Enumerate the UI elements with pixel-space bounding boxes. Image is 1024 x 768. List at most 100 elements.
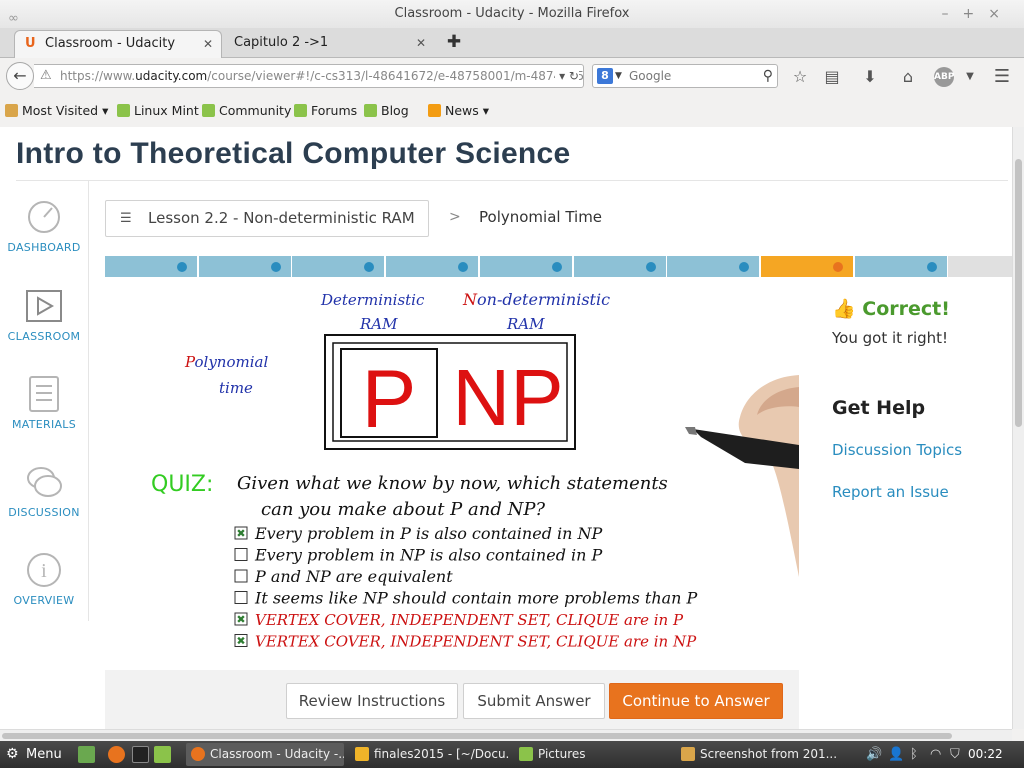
mint-icon bbox=[202, 104, 215, 117]
window-title: Classroom - Udacity - Mozilla Firefox bbox=[394, 6, 630, 21]
quiz-option-text: Every problem in P is also contained in … bbox=[254, 524, 603, 543]
mint-icon bbox=[364, 104, 377, 117]
label-time: time bbox=[219, 379, 253, 397]
back-button[interactable]: ← bbox=[6, 62, 34, 90]
adblock-icon[interactable]: ABP bbox=[934, 67, 954, 87]
taskbar-window-pictures[interactable]: Pictures bbox=[514, 743, 672, 766]
new-tab-button[interactable]: ✚ bbox=[444, 30, 464, 54]
sidebar-item-discussion[interactable]: DISCUSSION bbox=[0, 464, 88, 519]
chevron-down-icon[interactable]: ▼ bbox=[960, 67, 980, 87]
start-menu-button[interactable]: ⚙ Menu bbox=[4, 741, 62, 768]
report-issue-link[interactable]: Report an Issue bbox=[832, 483, 949, 501]
correct-subtitle: You got it right! bbox=[832, 329, 949, 347]
url-path: /course/viewer#!/c-cs313/l-48641672/e-48… bbox=[207, 69, 584, 83]
scrollbar-thumb[interactable] bbox=[2, 733, 952, 739]
terminal-launcher-icon[interactable] bbox=[132, 746, 149, 763]
breadcrumb-lesson: Lesson 2.2 - Non-deterministic RAM bbox=[148, 209, 415, 227]
sidebar-item-label: DASHBOARD bbox=[7, 241, 81, 254]
show-desktop-icon[interactable] bbox=[78, 746, 95, 763]
discussion-topics-link[interactable]: Discussion Topics bbox=[832, 441, 962, 459]
p-letter: P bbox=[362, 354, 417, 445]
progress-segment[interactable] bbox=[948, 256, 1012, 277]
quiz-checkbox[interactable] bbox=[234, 569, 248, 583]
home-icon[interactable]: ⌂ bbox=[898, 67, 918, 87]
shield-icon[interactable]: ⛉ bbox=[950, 741, 960, 768]
sidebar-item-overview[interactable]: i OVERVIEW bbox=[0, 552, 88, 607]
horizontal-scrollbar[interactable] bbox=[0, 729, 1012, 741]
bookmark-star-icon[interactable]: ☆ bbox=[790, 67, 810, 87]
review-instructions-button[interactable]: Review Instructions bbox=[286, 683, 458, 719]
label-nondeterministic: Non-deterministic bbox=[462, 290, 610, 309]
label-polynomial: Polynomial bbox=[184, 353, 268, 371]
progress-dot bbox=[177, 262, 187, 272]
page-title: Intro to Theoretical Computer Science bbox=[16, 137, 571, 170]
navigation-toolbar: ← ⚠ https://www.udacity.com/course/viewe… bbox=[0, 59, 1024, 93]
mint-icon bbox=[117, 104, 130, 117]
bookmark-most-visited[interactable]: Most Visited ▾ bbox=[5, 103, 108, 118]
bookmarks-toolbar: Most Visited ▾ Linux Mint Community Foru… bbox=[0, 99, 1024, 125]
list-icon: ☰ bbox=[120, 211, 132, 226]
search-icon[interactable]: ⚲ bbox=[763, 65, 773, 87]
quiz-line-2: can you make about P and NP? bbox=[261, 499, 545, 520]
breadcrumb-separator: > bbox=[449, 209, 461, 225]
bookmark-linux-mint[interactable]: Linux Mint bbox=[117, 103, 199, 118]
udacity-favicon-icon: U bbox=[25, 36, 36, 51]
divider bbox=[16, 180, 1008, 181]
download-icon[interactable]: ⬇ bbox=[860, 67, 880, 87]
sidebar-item-materials[interactable]: MATERIALS bbox=[0, 376, 88, 431]
bookmark-forums[interactable]: Forums bbox=[294, 103, 357, 118]
continue-to-answer-button[interactable]: Continue to Answer bbox=[609, 683, 783, 719]
reload-icon[interactable]: ▾ ↻ bbox=[555, 65, 579, 87]
sidebar-item-classroom[interactable]: CLASSROOM bbox=[0, 288, 88, 343]
bookmark-news[interactable]: News ▾ bbox=[428, 103, 489, 118]
thumbs-up-icon: 👍 bbox=[832, 298, 856, 320]
label-ram-2: RAM bbox=[506, 315, 545, 333]
user-icon[interactable]: 👤 bbox=[888, 741, 904, 768]
check-icon: ✖ bbox=[236, 635, 245, 648]
wifi-icon[interactable]: ◠ bbox=[930, 741, 941, 768]
sidebar-item-dashboard[interactable]: DASHBOARD bbox=[0, 199, 88, 254]
bookmark-blog[interactable]: Blog bbox=[364, 103, 409, 118]
url-bar[interactable]: ⚠ https://www.udacity.com/course/viewer#… bbox=[34, 64, 584, 88]
tab-label: Capitulo 2 ->1 bbox=[234, 35, 329, 50]
bluetooth-icon[interactable]: ᛒ bbox=[910, 741, 918, 768]
page-content: Intro to Theoretical Computer Science DA… bbox=[0, 127, 1012, 729]
scrollbar-thumb[interactable] bbox=[1015, 159, 1022, 427]
label-deterministic: Deterministic bbox=[320, 291, 425, 309]
taskbar-window-finales[interactable]: finales2015 - [~/Docu... bbox=[350, 743, 510, 766]
sidebar-item-label: MATERIALS bbox=[11, 418, 77, 431]
lesson-breadcrumb-button[interactable]: ☰ Lesson 2.2 - Non-deterministic RAM bbox=[105, 200, 429, 237]
correct-title: Correct! bbox=[862, 298, 950, 320]
quiz-option-text: It seems like NP should contain more pro… bbox=[254, 589, 698, 608]
tab-capitulo[interactable]: Capitulo 2 ->1 ✕ bbox=[224, 30, 434, 58]
progress-dot bbox=[739, 262, 749, 272]
reading-list-icon[interactable]: ▤ bbox=[822, 67, 842, 87]
window-controls[interactable]: –+× bbox=[942, 0, 1014, 28]
gear-icon: ⚙ bbox=[6, 746, 19, 762]
quiz-checkbox[interactable] bbox=[234, 591, 248, 604]
google-engine-icon[interactable]: 8 bbox=[597, 68, 613, 84]
files-launcher-icon[interactable] bbox=[154, 746, 171, 763]
search-bar[interactable]: 8 ▼ Google ⚲ bbox=[592, 64, 778, 88]
whiteboard-drawing: Deterministic RAM Non-deterministic RAM … bbox=[151, 290, 799, 651]
submit-answer-button[interactable]: Submit Answer bbox=[463, 683, 605, 719]
editor-icon bbox=[355, 747, 369, 761]
taskbar-window-classroom[interactable]: Classroom - Udacity -... bbox=[186, 743, 344, 766]
url-prefix: https://www. bbox=[60, 69, 136, 83]
chevron-down-icon[interactable]: ▼ bbox=[615, 65, 622, 87]
tab-classroom-udacity[interactable]: U Classroom - Udacity ✕ bbox=[14, 30, 222, 58]
lesson-video[interactable]: Deterministic RAM Non-deterministic RAM … bbox=[105, 277, 799, 670]
sidebar-item-label: OVERVIEW bbox=[13, 594, 75, 607]
firefox-launcher-icon[interactable] bbox=[108, 746, 125, 763]
bookmark-community[interactable]: Community bbox=[202, 103, 291, 118]
taskbar-window-screenshot[interactable]: Screenshot from 201... bbox=[676, 743, 836, 766]
search-placeholder: Google bbox=[629, 69, 672, 83]
quiz-checkbox[interactable] bbox=[234, 548, 248, 561]
hamburger-menu-icon[interactable]: ☰ bbox=[992, 67, 1012, 87]
vertical-scrollbar[interactable] bbox=[1012, 127, 1024, 729]
volume-icon[interactable]: 🔊 bbox=[866, 741, 882, 768]
progress-dot bbox=[833, 262, 843, 272]
close-icon[interactable]: ✕ bbox=[416, 30, 426, 56]
close-icon[interactable]: ✕ bbox=[203, 31, 213, 57]
system-taskbar: ⚙ Menu Classroom - Udacity -... finales2… bbox=[0, 741, 1024, 768]
